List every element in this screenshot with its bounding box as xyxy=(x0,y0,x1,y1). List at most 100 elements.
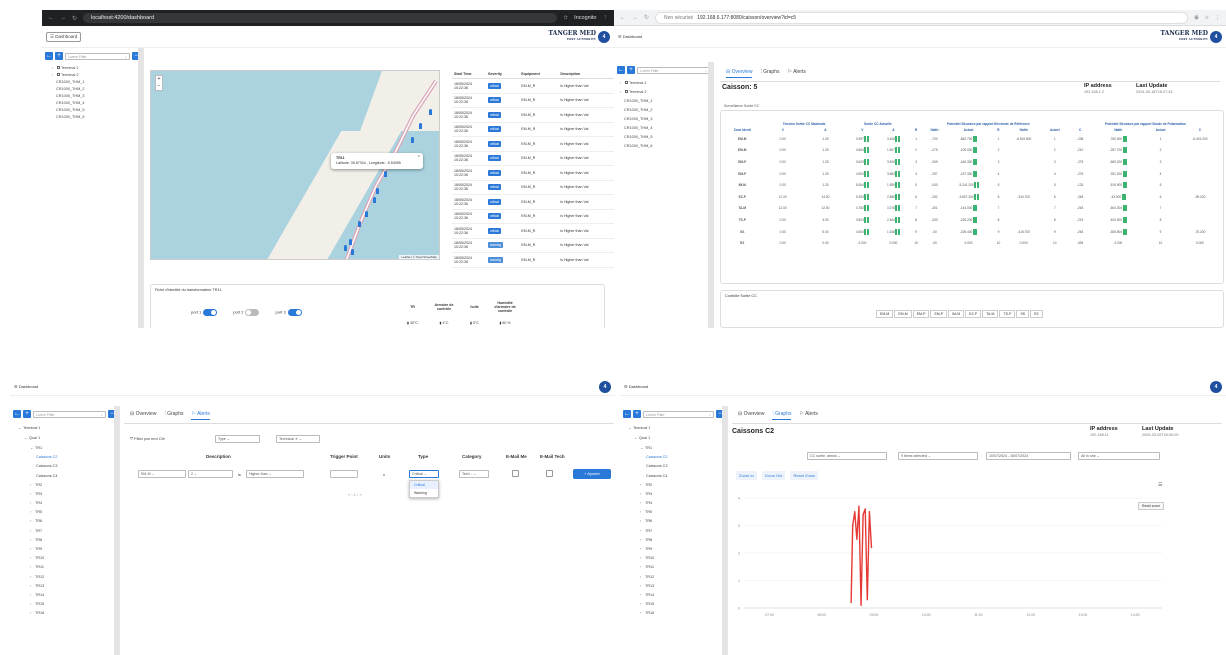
tree-item[interactable]: › TR2 xyxy=(620,480,727,489)
items-select[interactable]: 9 items selected ⌄ xyxy=(898,452,978,460)
column-header[interactable]: Equipment xyxy=(519,70,559,79)
forward-icon[interactable]: → xyxy=(632,15,638,21)
tree-item[interactable]: CR1000_THM_5 xyxy=(52,106,143,113)
tree-item[interactable]: › TR10 xyxy=(10,554,119,563)
dashboard-link[interactable]: ☰ Dashboard xyxy=(14,384,38,389)
tree-item[interactable]: › TR14 xyxy=(620,590,727,599)
line-chart[interactable]: 4 3 2 1 0 07:00 08:00 09:00 10:00 11:00 12:00 13:00… xyxy=(732,486,1172,626)
control-button[interactable]: EM-P xyxy=(930,310,948,318)
tab-alerts[interactable]: ⚐ Alerts xyxy=(787,69,805,78)
table-row[interactable]: 18/05/2024 10:22:36 critical EM-M_R is High… xyxy=(452,107,614,123)
menu-icon[interactable]: ⋮ xyxy=(1215,15,1220,21)
table-row[interactable]: EM-P 0.00 1.25 3.629 3.490 3 -269 -440.300 3 3 -27… xyxy=(723,156,1223,168)
tab-graphs[interactable]: ⫶ Graphs xyxy=(164,411,183,420)
tab-graphs[interactable]: ⫶ Graphs xyxy=(772,411,792,420)
tree-item[interactable]: CR1000_THM_3 xyxy=(620,114,713,123)
tree-item[interactable]: › TR5 xyxy=(10,508,119,517)
control-button[interactable]: EZ-P xyxy=(965,310,982,318)
port-toggle[interactable] xyxy=(245,309,260,316)
index-select[interactable]: 2 ⌄ xyxy=(188,470,233,478)
menu-icon[interactable]: ⋮ xyxy=(603,15,609,21)
tree-item[interactable]: CR1000_THM_6 xyxy=(620,141,713,150)
tree-item[interactable]: › Terminal 2 xyxy=(620,87,713,96)
table-row[interactable]: EM-P 0.00 1.25 4.900 3.683 4 -257 -157.300 4 4 -27… xyxy=(723,168,1223,180)
zoom-control[interactable]: + − xyxy=(155,75,163,91)
port-toggle[interactable] xyxy=(203,309,218,316)
tree-item[interactable]: › TR6 xyxy=(620,517,727,526)
tree-item[interactable]: › TR2 xyxy=(10,480,119,489)
tree-item[interactable]: CR1000_THM_1 xyxy=(52,78,143,85)
add-button[interactable]: + xyxy=(55,52,63,60)
tree-item[interactable]: › Terminal 1 xyxy=(620,78,713,87)
collapse-button[interactable]: ← xyxy=(617,66,625,74)
incognito-label[interactable]: Incognito xyxy=(574,15,596,21)
trigger-input[interactable] xyxy=(330,470,358,478)
tree-item[interactable]: › TR12 xyxy=(10,572,119,581)
tree-item[interactable]: › TR14 xyxy=(10,590,119,599)
email-me-checkbox[interactable] xyxy=(512,470,519,477)
tree-item[interactable]: › TR13 xyxy=(10,581,119,590)
date-range-input[interactable]: 10/07/2024 - 15/07/2024 xyxy=(986,452,1071,460)
pagination[interactable]: « ‹ 1 › » xyxy=(348,492,362,497)
tree-item[interactable]: › TR12 xyxy=(620,572,727,581)
map-marker-icon[interactable] xyxy=(344,245,347,251)
table-row[interactable]: EM-M 0.00 1.25 4.664 1.507 2 -275 -209.000 2 2 -21… xyxy=(723,145,1223,157)
tree-item[interactable]: › TR15 xyxy=(620,600,727,609)
tab-alerts[interactable]: ⚐ Alerts xyxy=(191,411,210,420)
map[interactable]: + − × TR11 Latitude: 35.87304 , Longitude… xyxy=(150,70,440,260)
tab-alerts[interactable]: ⚐ Alerts xyxy=(799,411,817,420)
tree-item[interactable]: › TR8 xyxy=(620,535,727,544)
type-select[interactable]: Type ⌄ xyxy=(215,435,260,443)
tree-item[interactable]: › TR10 xyxy=(620,554,727,563)
tree-item[interactable]: Caissons C3 xyxy=(620,462,727,471)
tree-item[interactable]: ⌄ Terminal 1 xyxy=(620,422,727,432)
tree-item[interactable]: › Terminal 2 xyxy=(52,71,143,78)
tree-item[interactable]: CR1000_THM_4 xyxy=(620,123,713,132)
table-row[interactable]: IM-M 0.00 1.25 5.064 1.559 5 -040 -5.241.200 5 5 -… xyxy=(723,179,1223,191)
map-marker-icon[interactable] xyxy=(358,221,361,227)
table-row[interactable]: 18/05/2024 10:22:36 critical EM-M_R is High… xyxy=(452,136,614,152)
tree-item[interactable]: Caissons C3 xyxy=(10,462,119,471)
tree-item[interactable]: CR1000_THM_1 xyxy=(620,96,713,105)
control-button[interactable]: EM-P xyxy=(912,310,930,318)
tree-item[interactable]: Caissons C4 xyxy=(10,471,119,480)
table-row[interactable]: TS-P 0.00 4.00 3.803 2.464 8 -333 -226.200 8 8 -21… xyxy=(723,214,1223,226)
control-button[interactable]: R2 xyxy=(1030,310,1043,318)
tree-item[interactable]: › TR3 xyxy=(10,489,119,498)
tree-item[interactable]: › TR6 xyxy=(10,517,119,526)
control-button[interactable]: IM-M xyxy=(948,310,965,318)
tree-item[interactable]: ⌄ TR1 xyxy=(620,442,727,452)
collapse-button[interactable]: ← xyxy=(623,410,631,418)
add-alert-button[interactable]: + Ajouter xyxy=(573,469,611,479)
address-bar[interactable]: Non sécurisé 192.168.6.177:8080/caisson/o… xyxy=(655,11,1189,24)
add-button[interactable]: + xyxy=(23,410,31,418)
add-button[interactable]: + xyxy=(627,66,635,74)
table-row[interactable]: 18/05/2024 10:22:36 warning EM-M_R is Highe… xyxy=(452,252,614,268)
measure-select[interactable]: CC sortie, atmos ⌄ xyxy=(807,452,887,460)
filter-input[interactable]: Lorem Filter ⌕ xyxy=(643,410,714,418)
star-icon[interactable]: ☆ xyxy=(1205,15,1209,21)
tree-item[interactable]: CR1000_THM_6 xyxy=(52,113,143,120)
tree-item[interactable]: CR1000_THM_2 xyxy=(620,105,713,114)
tree-item[interactable]: › TR16 xyxy=(10,609,119,618)
address-bar[interactable]: localhost:4200/dashboard xyxy=(83,13,558,23)
filter-input[interactable]: Lorem Filter ⌕ xyxy=(33,410,106,418)
table-row[interactable]: TA-M 12.00 12.00 4.783 3.378 7 -301 -144.000 7 7 -… xyxy=(723,203,1223,215)
table-row[interactable]: 18/05/2024 10:22:36 critical EM-M_R is High… xyxy=(452,122,614,137)
zoom-in-button[interactable]: Zoom In xyxy=(736,471,757,480)
tab-overview[interactable]: ⊟ Overview xyxy=(726,69,753,78)
dashboard-link[interactable]: ☰ Dashboard xyxy=(618,34,642,39)
tree-item[interactable]: CR1000_THM_3 xyxy=(52,92,143,99)
type-option[interactable]: Critical xyxy=(410,481,438,489)
collapse-button[interactable]: ← xyxy=(13,410,21,418)
equipment-select[interactable]: EM-M ⌄ xyxy=(138,470,186,478)
table-row[interactable]: R2 0.00 0.00 0.000 0.000 10 -00 0.000 10 0.000 10 -… xyxy=(723,237,1223,249)
table-row[interactable]: 18/05/2024 10:22:36 critical EM-M_R is High… xyxy=(452,180,614,195)
tree-item[interactable]: CR1000_THM_4 xyxy=(52,99,143,106)
tab-graphs[interactable]: ⫶ Graphs xyxy=(760,69,779,78)
close-icon[interactable]: × xyxy=(418,154,420,159)
keyword-filter[interactable]: ⛉ Filter par mot Clé xyxy=(130,436,165,441)
collapse-button[interactable]: ← xyxy=(45,52,53,60)
map-marker-icon[interactable] xyxy=(376,188,379,194)
control-button[interactable]: TA-M xyxy=(982,310,999,318)
